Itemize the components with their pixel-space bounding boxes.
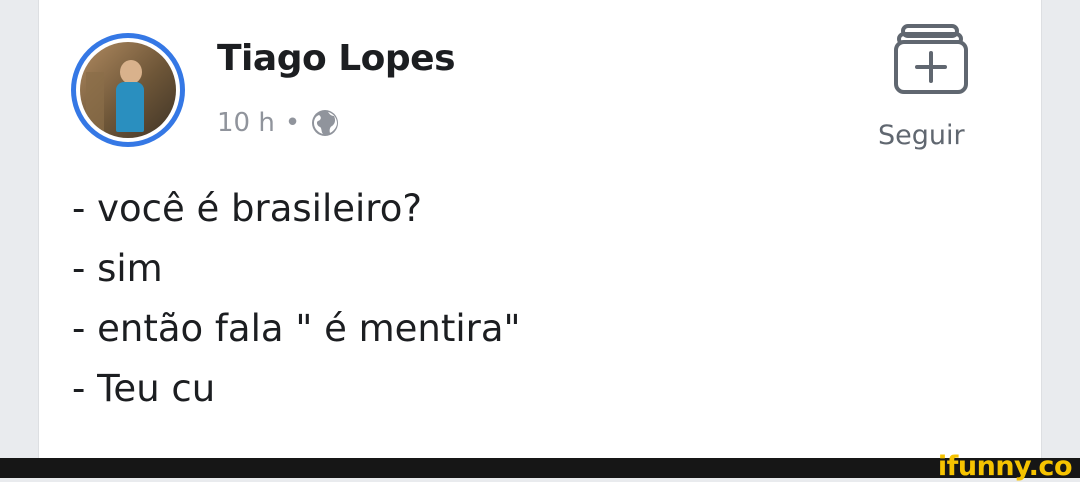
meta-separator: • [284, 108, 301, 138]
post-time[interactable]: 10 h [217, 108, 275, 138]
post-body: - você é brasileiro? - sim - então fala … [72, 190, 521, 430]
post-line: - Teu cu [72, 367, 216, 410]
avatar-photo [80, 42, 176, 138]
follow-add-icon[interactable] [893, 20, 969, 96]
watermark-bar [0, 458, 1080, 478]
post-line: - então fala " é mentira" [72, 307, 521, 350]
post-meta: 10 h • [217, 108, 340, 138]
author-avatar[interactable] [71, 33, 185, 147]
globe-icon [312, 110, 339, 136]
follow-button[interactable]: Seguir [878, 120, 965, 151]
author-name[interactable]: Tiago Lopes [217, 38, 456, 79]
post-line: - sim [72, 247, 163, 290]
post-line: - você é brasileiro? [72, 187, 422, 230]
